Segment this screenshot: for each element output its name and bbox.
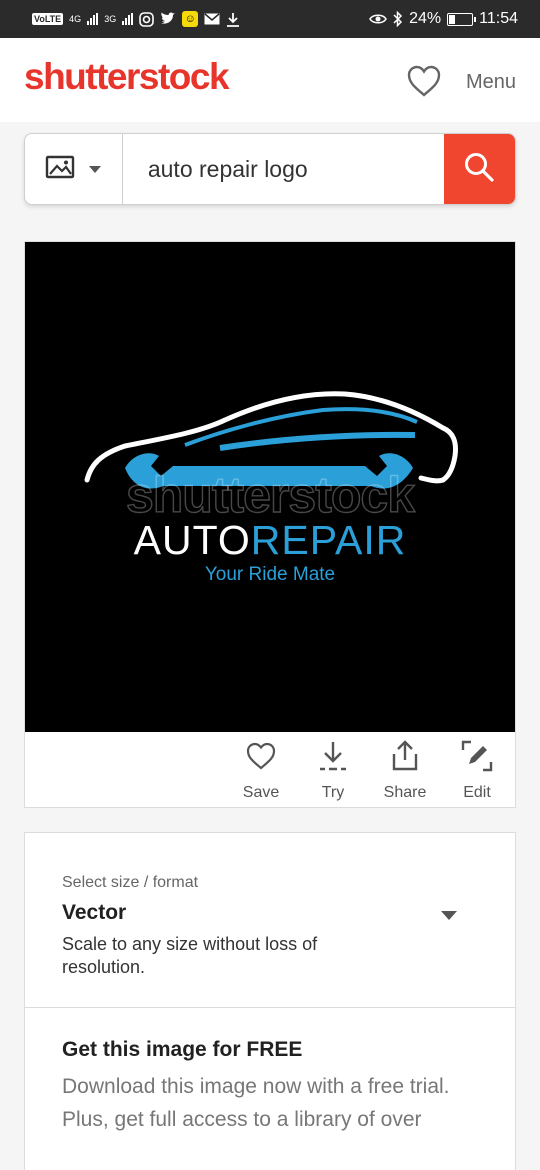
network-4g-label: 4G (69, 14, 82, 24)
status-left: VoLTE 4G 3G ☺ (32, 11, 240, 27)
favorites-heart-icon[interactable] (406, 64, 442, 98)
watermark: shutterstock (125, 466, 415, 523)
size-description: Scale to any size without loss of resolu… (62, 934, 318, 977)
status-bar: VoLTE 4G 3G ☺ 24% 11:54 (0, 0, 540, 38)
edit-icon (461, 738, 493, 774)
battery-fill (449, 14, 455, 24)
mail-icon (204, 13, 220, 25)
search-input[interactable] (122, 134, 444, 204)
download-icon (317, 738, 349, 774)
logo-tagline: Your Ride Mate (204, 564, 336, 585)
eye-icon (369, 13, 387, 25)
chevron-down-icon (89, 165, 102, 173)
try-button[interactable]: Try (305, 738, 361, 802)
twitter-icon (160, 12, 176, 26)
try-label: Try (321, 784, 345, 801)
search-icon (463, 151, 495, 188)
edit-button[interactable]: Edit (449, 738, 505, 802)
download-status-icon (226, 12, 240, 27)
smile-icon: ☺ (182, 11, 199, 27)
shutterstock-logo[interactable]: shutterstock (24, 56, 230, 98)
battery-percent: 24% (409, 10, 442, 27)
chevron-down-icon[interactable] (441, 911, 457, 920)
bluetooth-icon (393, 11, 403, 27)
free-trial-title: Get this image for FREE (62, 1038, 303, 1061)
save-label: Save (242, 784, 280, 801)
license-panel: Select size / format Vector Scale to any… (24, 832, 516, 1170)
edit-label: Edit (463, 784, 491, 801)
volte-icon: VoLTE (32, 13, 64, 25)
network-3g-label: 3G (104, 14, 117, 24)
share-button[interactable]: Share (377, 738, 433, 802)
free-trial-description: Download this image now with a free tria… (62, 1075, 450, 1131)
preview-image[interactable]: shutterstock AUTOREPAIR Your Ride Mate (25, 242, 515, 732)
heart-icon (245, 738, 277, 774)
instagram-icon (139, 11, 155, 27)
brand-accent: REPAIR (250, 517, 407, 563)
size-format-label: Select size / format (62, 874, 199, 891)
share-label: Share (383, 784, 427, 801)
battery-icon (447, 12, 477, 26)
size-format-select[interactable]: Vector (62, 901, 126, 925)
image-icon (45, 155, 75, 184)
menu-button[interactable]: Menu (466, 71, 516, 94)
share-icon (390, 738, 420, 774)
clock: 11:54 (479, 10, 518, 27)
header: shutterstock Menu (0, 38, 540, 122)
signal-icon (87, 13, 99, 25)
search-button[interactable] (443, 134, 515, 204)
divider (25, 1007, 515, 1008)
brand-main: AUTO (133, 517, 251, 563)
logo-brand-text: AUTOREPAIR (25, 517, 515, 564)
signal-icon-2 (122, 13, 134, 25)
save-button[interactable]: Save (233, 738, 289, 802)
search-bar (24, 133, 516, 205)
image-card: shutterstock AUTOREPAIR Your Ride Mate S… (24, 241, 516, 808)
image-actions: Save Try Share Edit (233, 738, 505, 802)
status-right: 24% 11:54 (369, 10, 518, 28)
search-type-dropdown[interactable] (25, 134, 123, 204)
